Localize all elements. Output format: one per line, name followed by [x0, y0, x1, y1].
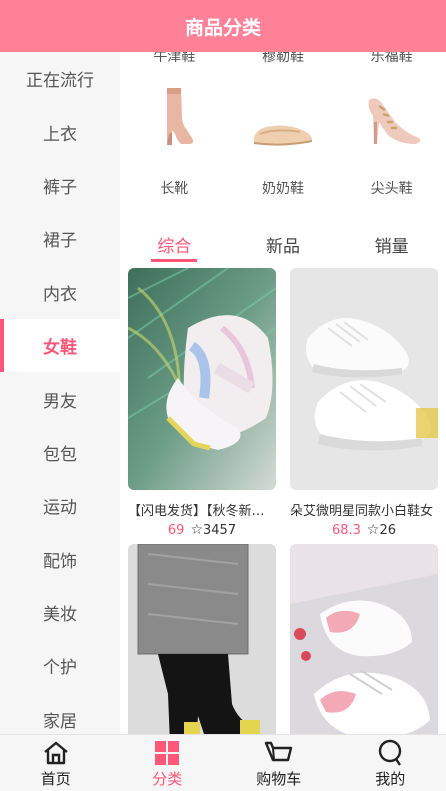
sidebar-item-boyfriend[interactable]: 男友	[0, 372, 120, 425]
tabbar-category[interactable]: 分类	[112, 735, 224, 791]
sidebar-item-label: 上衣	[43, 124, 77, 145]
cart-icon	[264, 739, 294, 767]
subcategory-label: 长靴	[160, 181, 189, 197]
sidebar-item-skirts[interactable]: 裙子	[0, 212, 120, 265]
sidebar-item-label: 运动	[43, 498, 77, 519]
sidebar-item-label: 个护	[43, 658, 77, 679]
subcategory-oxford[interactable]: 牛津鞋	[120, 52, 229, 66]
product-sales: 26	[379, 523, 397, 538]
subcategory-mule[interactable]: 穆勒鞋	[229, 52, 338, 66]
tabbar-home[interactable]: 首页	[0, 735, 112, 791]
product-image[interactable]	[128, 268, 276, 490]
sidebar-item-makeup[interactable]: 美妆	[0, 586, 120, 639]
sidebar-item-label: 裙子	[43, 231, 77, 252]
tab-comprehensive[interactable]: 综合	[120, 228, 229, 264]
tab-new[interactable]: 新品	[229, 228, 338, 264]
home-icon	[41, 739, 71, 767]
subcategory-row: 长靴 奶奶鞋 尖头鞋	[120, 82, 446, 198]
profile-icon	[375, 739, 405, 767]
page-title: 商品分类	[184, 16, 261, 39]
subcategory-grandma-shoes[interactable]: 奶奶鞋	[229, 82, 338, 198]
sidebar-item-trending[interactable]: 正在流行	[0, 52, 120, 105]
tab-sales[interactable]: 销量	[337, 228, 446, 264]
subcategory-row-partial: 牛津鞋 穆勒鞋 乐福鞋	[120, 52, 446, 66]
subcategory-label: 尖头鞋	[370, 181, 413, 197]
sidebar-item-personal-care[interactable]: 个护	[0, 639, 120, 692]
tabbar-label: 首页	[40, 770, 71, 788]
product-card[interactable]: 【闪电发货】【秋冬新款】 69 ☆3457	[128, 268, 276, 538]
category-icon	[152, 739, 182, 767]
sidebar-item-label: 包包	[43, 444, 77, 465]
product-price: 68.3	[331, 523, 361, 538]
heel-shoe-icon	[355, 82, 429, 156]
product-image[interactable]	[128, 544, 276, 734]
product-image[interactable]	[290, 268, 438, 490]
page-header: 商品分类	[0, 0, 446, 52]
flat-shoe-icon	[246, 82, 320, 156]
product-card[interactable]	[128, 544, 276, 734]
sidebar-item-pants[interactable]: 裤子	[0, 159, 120, 212]
boot-icon	[137, 82, 211, 156]
product-image[interactable]	[290, 544, 438, 734]
product-info: 69 ☆3457	[128, 522, 276, 538]
sidebar-item-underwear[interactable]: 内衣	[0, 266, 120, 319]
product-sales: 3457	[203, 523, 237, 538]
subcategory-pointed-shoes[interactable]: 尖头鞋	[337, 82, 446, 198]
subcategory-long-boots[interactable]: 长靴	[120, 82, 229, 198]
sidebar-item-label: 配饰	[43, 551, 77, 572]
subcategory-label: 奶奶鞋	[261, 181, 304, 197]
sidebar-item-bags[interactable]: 包包	[0, 426, 120, 479]
star-icon[interactable]: ☆	[190, 522, 203, 538]
product-price: 69	[167, 523, 185, 538]
sidebar-item-tops[interactable]: 上衣	[0, 105, 120, 158]
product-title: 朵艾微明星同款小白鞋女	[290, 504, 434, 519]
sort-tabs: 综合 新品 销量	[120, 228, 446, 264]
sidebar-item-accessories[interactable]: 配饰	[0, 533, 120, 586]
product-title: 【闪电发货】【秋冬新款】	[128, 504, 276, 519]
product-info: 68.3 ☆26	[290, 522, 438, 538]
bottom-tabbar: 首页 分类 购物车 我的	[0, 734, 446, 791]
tabbar-label: 我的	[375, 770, 406, 788]
sidebar-item-label: 内衣	[43, 284, 77, 305]
product-card[interactable]	[290, 544, 438, 734]
tabbar-cart[interactable]: 购物车	[223, 735, 335, 791]
sidebar-item-label: 裤子	[43, 177, 77, 198]
subcategory-loafer[interactable]: 乐福鞋	[337, 52, 446, 66]
tabbar-label: 分类	[152, 770, 183, 788]
product-card[interactable]: 朵艾微明星同款小白鞋女 68.3 ☆26	[290, 268, 438, 538]
sidebar-item-label: 女鞋	[43, 338, 77, 359]
sidebar-item-home[interactable]: 家居	[0, 693, 120, 734]
category-sidebar[interactable]: 正在流行 上衣 裤子 裙子 内衣 女鞋 男友 包包 运动 配饰 美妆 个护 家居	[0, 52, 120, 734]
sidebar-item-label: 正在流行	[26, 71, 94, 92]
star-icon[interactable]: ☆	[367, 522, 380, 538]
tabbar-profile[interactable]: 我的	[335, 735, 446, 791]
category-content[interactable]: 牛津鞋 穆勒鞋 乐福鞋 长靴 奶奶鞋 尖头鞋 综合 新品 销量 【闪电发货】【秋…	[120, 52, 446, 734]
sidebar-item-sports[interactable]: 运动	[0, 479, 120, 532]
tabbar-label: 购物车	[256, 770, 302, 788]
sidebar-item-label: 美妆	[43, 605, 77, 626]
sidebar-item-womens-shoes[interactable]: 女鞋	[0, 318, 120, 373]
sidebar-item-label: 家居	[43, 711, 77, 732]
sidebar-item-label: 男友	[43, 391, 77, 412]
